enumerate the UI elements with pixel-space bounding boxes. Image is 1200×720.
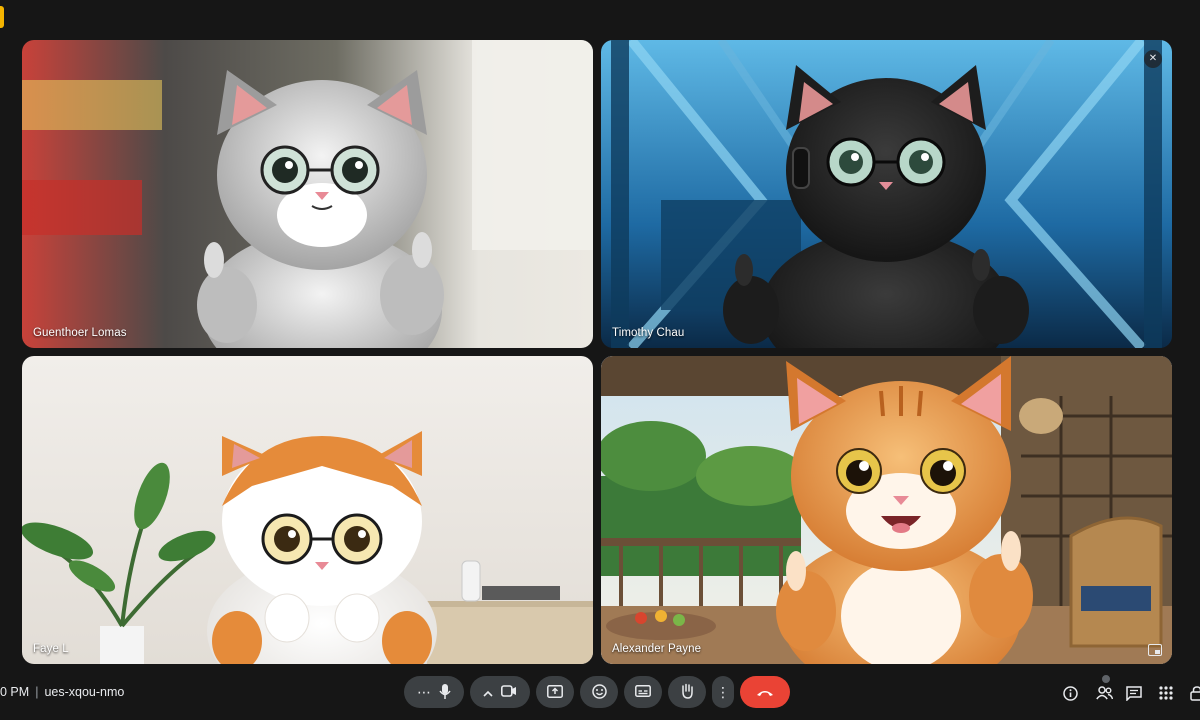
participant-name-label: Timothy Chau <box>612 327 685 339</box>
meeting-info-separator: | <box>35 685 39 699</box>
audio-options-button[interactable]: ⋯ <box>417 685 431 699</box>
emoji-icon <box>591 683 607 701</box>
more-vert-icon: ⋮ <box>716 684 730 700</box>
emoji-button[interactable] <box>580 676 618 708</box>
picture-in-picture-icon[interactable] <box>1148 644 1162 656</box>
chat-button[interactable] <box>1123 682 1145 704</box>
info-icon <box>1062 685 1078 701</box>
mic-control-group[interactable]: ⋯ <box>404 676 464 708</box>
end-call-button[interactable] <box>740 676 790 708</box>
participant-video-3 <box>22 356 593 664</box>
participant-name-label: Faye L <box>33 643 69 655</box>
mic-icon[interactable] <box>439 683 451 701</box>
participant-video-4 <box>601 356 1172 664</box>
participant-tile-1[interactable]: Guenthoer Lomas <box>22 40 593 348</box>
more-options-button[interactable]: ⋮ <box>712 676 734 708</box>
meeting-details-button[interactable] <box>1059 682 1081 704</box>
meeting-info: 0 PM | ues-xqou-nmo <box>0 685 124 699</box>
participant-name-label: Alexander Payne <box>612 643 702 655</box>
meeting-code: ues-xqou-nmo <box>44 685 125 699</box>
camera-control-group[interactable] <box>470 676 530 708</box>
mic-off-icon: ✕ <box>1144 50 1162 68</box>
host-controls-icon <box>1190 685 1200 701</box>
present-icon <box>547 684 563 700</box>
present-button[interactable] <box>536 676 574 708</box>
activities-icon <box>1159 686 1173 700</box>
camera-icon[interactable] <box>501 685 517 699</box>
captions-button[interactable] <box>624 676 662 708</box>
host-controls-button[interactable] <box>1186 682 1200 704</box>
participant-tile-3[interactable]: Faye L <box>22 356 593 664</box>
participant-video-2 <box>601 40 1172 348</box>
chevron-up-icon[interactable] <box>483 685 493 699</box>
meeting-stage: Guenthoer Lomas ✕ Timothy Chau Faye L Al… <box>0 0 1200 720</box>
participant-name-label: Guenthoer Lomas <box>33 327 127 339</box>
raise-hand-icon <box>680 683 695 701</box>
participant-video-1 <box>22 40 593 348</box>
people-button[interactable] <box>1093 674 1115 704</box>
participant-tile-4[interactable]: Alexander Payne <box>601 356 1172 664</box>
call-control-bar: 0 PM | ues-xqou-nmo ⋯ ⋮ <box>0 668 1200 720</box>
raise-hand-button[interactable] <box>668 676 706 708</box>
activities-button[interactable] <box>1155 682 1177 704</box>
meeting-time: 0 PM <box>0 685 30 699</box>
window-corner-tab <box>0 6 4 28</box>
people-icon <box>1095 686 1113 700</box>
end-call-icon <box>756 685 774 699</box>
participant-count-badge <box>1101 674 1111 684</box>
captions-icon <box>635 685 651 699</box>
chat-icon <box>1126 685 1142 701</box>
participant-tile-2[interactable]: ✕ Timothy Chau <box>601 40 1172 348</box>
